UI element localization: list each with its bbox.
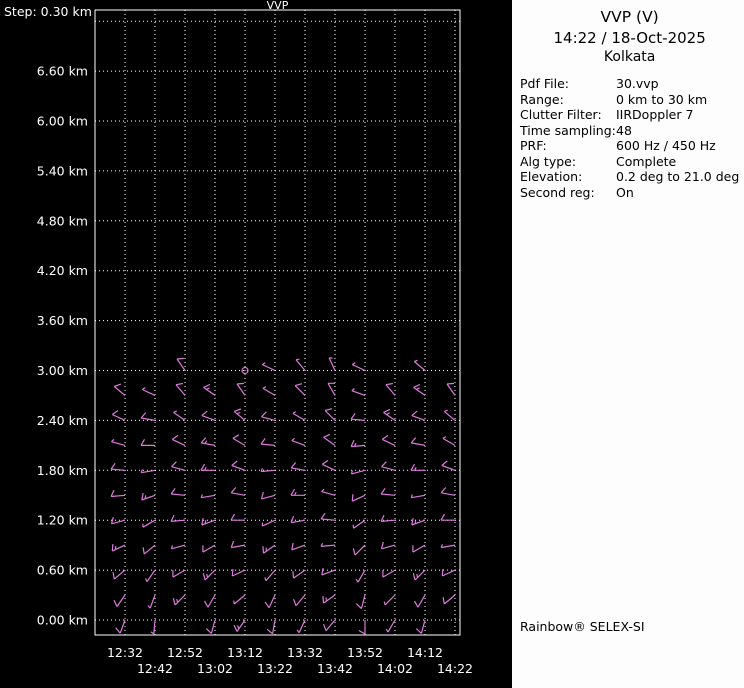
svg-text:13:12: 13:12 — [227, 645, 263, 660]
panel-site: Kolkata — [603, 49, 656, 65]
svg-text:12:42: 12:42 — [137, 661, 173, 676]
svg-text:0.60 km: 0.60 km — [37, 563, 88, 578]
info-label: Elevation: — [520, 169, 583, 184]
svg-text:14:22: 14:22 — [437, 661, 473, 676]
panel-title: VVP (V) — [600, 8, 659, 26]
step-label: Step: 0.30 km — [4, 4, 92, 19]
plot-title: VVP — [267, 0, 289, 12]
info-row-pdf-file: Pdf File: 30.vvp — [520, 76, 739, 92]
svg-text:VVP: VVP — [267, 0, 289, 12]
svg-text:6.00 km: 6.00 km — [37, 114, 88, 129]
brand-footer: Rainbow® SELEX-SI — [520, 619, 645, 634]
svg-text:0.00 km: 0.00 km — [37, 613, 88, 628]
info-value: On — [616, 184, 634, 200]
info-label: Range: — [520, 91, 564, 107]
svg-text:3.00 km: 3.00 km — [37, 363, 88, 378]
svg-text:13:52: 13:52 — [347, 645, 383, 660]
info-row-clutter-filter: Clutter Filter: IIRDoppler 7 — [520, 107, 739, 123]
info-label: Pdf File: — [520, 76, 569, 91]
panel-datetime: 14:22 / 18-Oct-2025 — [553, 29, 706, 47]
svg-text:5.40 km: 5.40 km — [37, 163, 88, 178]
svg-text:3.60 km: 3.60 km — [37, 313, 88, 328]
svg-text:4.80 km: 4.80 km — [37, 213, 88, 228]
vvp-plot-region: 6.60 km 6.00 km 5.40 km 4.80 km 4.20 km 3.60 … — [0, 0, 512, 688]
info-value: 0.2 deg to 21.0 deg — [616, 169, 740, 184]
svg-text:1.20 km: 1.20 km — [37, 513, 88, 528]
info-value: 0 km to 30 km — [616, 91, 708, 107]
plot-background — [0, 0, 512, 688]
info-value: Complete — [616, 153, 677, 169]
info-panel: VVP (V) 14:22 / 18-Oct-2025 Kolkata Pdf … — [512, 0, 744, 688]
svg-text:4.20 km: 4.20 km — [37, 263, 88, 278]
vvp-plot: 6.60 km 6.00 km 5.40 km 4.80 km 4.20 km 3.60 … — [0, 0, 512, 688]
info-label: Clutter Filter: — [520, 107, 602, 122]
svg-text:12:52: 12:52 — [167, 645, 203, 660]
svg-text:14:12: 14:12 — [407, 645, 443, 660]
info-value: 48 — [616, 122, 632, 138]
info-rows: Pdf File: 30.vvp Range: 0 km to 30 km Cl… — [520, 76, 739, 200]
info-row-alg-type: Alg type: Complete — [520, 154, 739, 170]
info-label: Alg type: — [520, 153, 577, 169]
svg-text:13:02: 13:02 — [197, 661, 233, 676]
svg-text:13:32: 13:32 — [287, 645, 323, 660]
info-label: PRF: — [520, 138, 547, 153]
info-label: Time sampling: — [520, 122, 616, 138]
svg-text:13:22: 13:22 — [257, 661, 293, 676]
svg-text:6.60 km: 6.60 km — [37, 64, 88, 79]
info-label: Second reg: — [520, 184, 595, 200]
svg-text:13:42: 13:42 — [317, 661, 353, 676]
svg-text:2.40 km: 2.40 km — [37, 413, 88, 428]
svg-text:14:02: 14:02 — [377, 661, 413, 676]
info-value: IIRDoppler 7 — [616, 107, 694, 122]
info-row-time-sampling: Time sampling: 48 — [520, 123, 739, 139]
info-value: 600 Hz / 450 Hz — [616, 138, 716, 153]
svg-text:12:32: 12:32 — [107, 645, 143, 660]
svg-text:Step: 0.30 km: Step: 0.30 km — [4, 4, 92, 19]
info-row-second-reg: Second reg: On — [520, 185, 739, 201]
svg-text:1.80 km: 1.80 km — [37, 463, 88, 478]
info-row-range: Range: 0 km to 30 km — [520, 92, 739, 108]
info-row-prf: PRF: 600 Hz / 450 Hz — [520, 138, 739, 154]
info-row-elevation: Elevation: 0.2 deg to 21.0 deg — [520, 169, 739, 185]
info-value: 30.vvp — [616, 76, 659, 91]
